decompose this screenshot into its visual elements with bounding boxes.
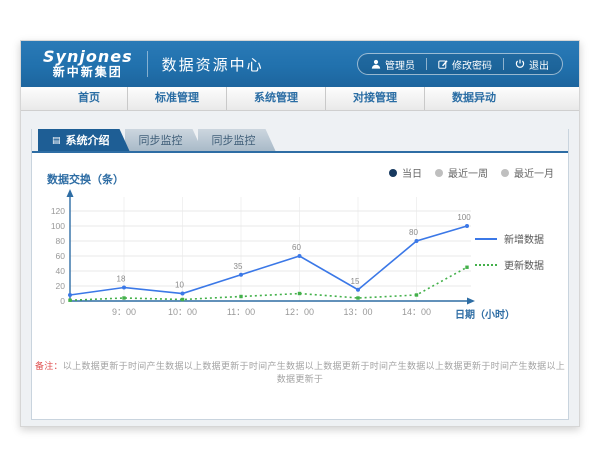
svg-text:100: 100 <box>51 221 65 231</box>
main-nav: 首页标准管理系统管理对接管理数据异动 <box>21 87 579 111</box>
svg-text:12：00: 12：00 <box>285 307 314 317</box>
nav-item-standard-mgmt[interactable]: 标准管理 <box>128 87 227 110</box>
svg-text:18: 18 <box>117 275 126 284</box>
logout-button[interactable]: 退出 <box>504 57 560 72</box>
tab-label: 系统介绍 <box>66 132 110 148</box>
app-window: Synjones 新中新集团 数据资源中心 管理员 修改密码 <box>20 40 580 427</box>
chart-legend: 新增数据更新数据 <box>475 231 544 272</box>
legend-label: 新增数据 <box>504 231 544 246</box>
nav-item-data-change[interactable]: 数据异动 <box>425 87 523 110</box>
legend-item-update-data: 更新数据 <box>475 257 544 272</box>
logo-company-name: 新中新集团 <box>53 66 123 79</box>
svg-text:10: 10 <box>175 281 184 290</box>
user-label: 管理员 <box>385 57 415 72</box>
svg-text:60: 60 <box>56 251 66 261</box>
svg-text:日期（小时）: 日期（小时） <box>455 308 515 321</box>
legend-label: 更新数据 <box>504 257 544 272</box>
page-title: 数据资源中心 <box>162 54 264 75</box>
power-icon <box>515 59 525 69</box>
svg-text:10：00: 10：00 <box>168 307 197 317</box>
tab-system-intro[interactable]: ▤ 系统介绍 <box>38 129 130 151</box>
company-logo: Synjones 新中新集团 <box>43 49 133 78</box>
svg-text:60: 60 <box>292 243 301 252</box>
svg-text:15: 15 <box>351 277 360 286</box>
change-password-button[interactable]: 修改密码 <box>427 57 503 72</box>
nav-item-home[interactable]: 首页 <box>51 87 128 110</box>
logout-label: 退出 <box>529 57 549 72</box>
svg-text:14：00: 14：00 <box>402 307 431 317</box>
user-icon <box>371 59 381 69</box>
svg-text:数据交换（条）: 数据交换（条） <box>47 172 124 186</box>
user-toolbar: 管理员 修改密码 退出 <box>357 53 563 75</box>
legend-line-icon <box>475 238 497 240</box>
svg-text:20: 20 <box>56 281 66 291</box>
svg-text:13：00: 13：00 <box>343 307 372 317</box>
svg-text:11：00: 11：00 <box>227 307 255 317</box>
change-password-label: 修改密码 <box>452 57 492 72</box>
svg-text:9：00: 9：00 <box>112 307 136 317</box>
edit-icon <box>438 59 448 69</box>
user-menu-button[interactable]: 管理员 <box>360 57 426 72</box>
document-icon: ▤ <box>52 136 61 145</box>
note-text: 以上数据更新于时间产生数据以上数据更新于时间产生数据以上数据更新于时间产生数据以… <box>63 361 565 384</box>
legend-line-icon <box>475 264 497 266</box>
svg-text:80: 80 <box>56 236 66 246</box>
footer-note: 备注：以上数据更新于时间产生数据以上数据更新于时间产生数据以上数据更新于时间产生… <box>32 359 568 385</box>
panel-body: 当日最近一周最近一月 0204060801001209：0010：0011：00… <box>32 153 568 418</box>
svg-text:35: 35 <box>234 262 243 271</box>
content-area: ▤系统介绍同步监控同步监控 当日最近一周最近一月 020406080100120… <box>21 111 579 426</box>
note-prefix: 备注： <box>35 361 63 371</box>
tab-bar: ▤ 系统介绍 同步监控 同步监控 <box>32 129 568 151</box>
svg-text:120: 120 <box>51 206 65 216</box>
app-header: Synjones 新中新集团 数据资源中心 管理员 修改密码 <box>21 41 579 87</box>
legend-item-new-data: 新增数据 <box>475 231 544 246</box>
svg-text:100: 100 <box>457 213 471 222</box>
tab-label: 同步监控 <box>212 132 256 148</box>
svg-text:0: 0 <box>60 296 65 306</box>
tab-sync-monitor[interactable]: 同步监控 <box>125 129 203 151</box>
nav-item-integration-mgmt[interactable]: 对接管理 <box>326 87 425 110</box>
tab-sync-monitor-2[interactable]: 同步监控 <box>198 129 276 151</box>
tab-label: 同步监控 <box>139 132 183 148</box>
svg-text:40: 40 <box>56 266 66 276</box>
header-divider <box>147 51 148 77</box>
nav-item-system-mgmt[interactable]: 系统管理 <box>227 87 326 110</box>
svg-text:80: 80 <box>409 228 418 237</box>
content-panel: ▤系统介绍同步监控同步监控 当日最近一周最近一月 020406080100120… <box>31 129 569 420</box>
logo-brand-text: Synjones <box>43 49 133 66</box>
